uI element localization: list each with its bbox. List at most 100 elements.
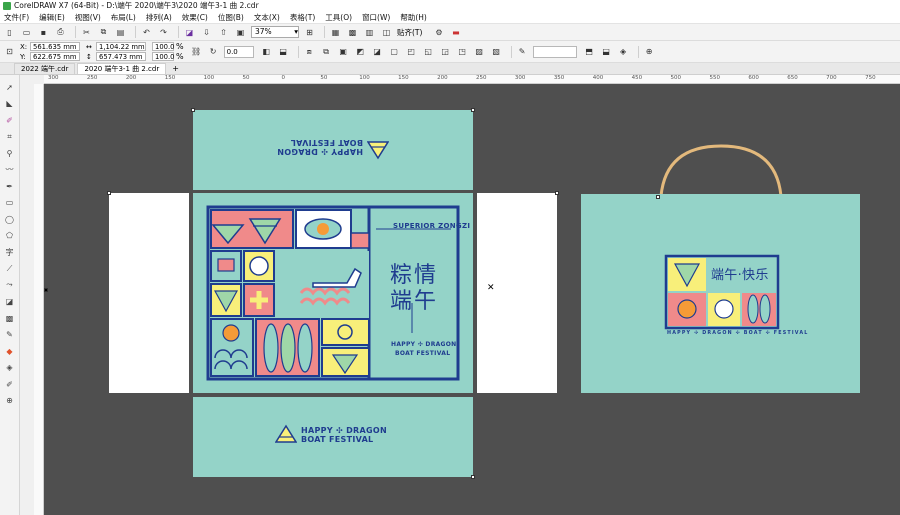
front-minus-back-icon[interactable]: ◳ <box>456 45 469 58</box>
scale-width-input[interactable]: 100.0 <box>152 42 174 51</box>
right-side-panel[interactable] <box>477 193 557 393</box>
convert-to-curves-icon[interactable]: ◈ <box>617 45 630 58</box>
menu-layout[interactable]: 布局(L) <box>111 12 136 23</box>
tab-2022-duanwu[interactable]: 2022 端午.cdr <box>14 63 76 74</box>
launcher-icon[interactable]: ▬ <box>449 26 462 39</box>
smart-fill-icon[interactable]: ◈ <box>4 362 16 374</box>
add-icon[interactable]: ⊕ <box>643 45 656 58</box>
smear-tool-icon[interactable]: ✐ <box>4 114 16 126</box>
menu-window[interactable]: 窗口(W) <box>362 12 390 23</box>
top-flap-panel[interactable]: HAPPY ✣ DRAGON BOAT FESTIVAL <box>193 110 473 190</box>
text-tool-icon[interactable]: 字 <box>4 246 16 258</box>
redo-icon[interactable]: ↷ <box>157 26 170 39</box>
print-icon[interactable]: ⎙ <box>54 26 67 39</box>
intersect-icon[interactable]: ◱ <box>422 45 435 58</box>
transparency-tool-icon[interactable]: ▩ <box>4 312 16 324</box>
outline-width-select[interactable] <box>532 45 577 58</box>
ungroup-icon[interactable]: ⧉ <box>320 45 333 58</box>
zoom-level-select[interactable]: 37% ▾ <box>251 26 299 38</box>
snap-to-menu[interactable]: 贴齐(T) <box>397 27 422 38</box>
lock-ratio-icon[interactable]: ⛓ <box>190 45 203 58</box>
parallel-dimension-icon[interactable]: ⟋ <box>4 263 16 275</box>
save-icon[interactable]: ▪ <box>37 26 50 39</box>
pick-tool-icon[interactable]: ➚ <box>4 81 16 93</box>
front-panel[interactable]: SUPERIOR ZONGZI 粽情 端午 HAPPY ✣ DRAGON BOA… <box>193 193 473 393</box>
open-folder-icon[interactable]: ▭ <box>20 26 33 39</box>
rotation-angle-input[interactable]: 0.0 <box>223 45 254 58</box>
object-origin-icon[interactable]: ⊡ <box>3 45 16 58</box>
bottom-flap-panel[interactable]: HAPPY ✣ DRAGON BOAT FESTIVAL <box>193 397 473 477</box>
new-tab-plus-icon[interactable]: + <box>168 63 183 74</box>
break-apart-icon[interactable]: ◪ <box>371 45 384 58</box>
selection-handle[interactable] <box>656 195 660 199</box>
drawing-canvas[interactable]: HAPPY ✣ DRAGON BOAT FESTIVAL SUPERIOR ZO… <box>44 84 900 515</box>
menu-table[interactable]: 表格(T) <box>290 12 315 23</box>
width-input[interactable]: 1,104.22 mm <box>96 42 146 51</box>
cut-icon[interactable]: ✂ <box>80 26 93 39</box>
ellipse-tool-icon[interactable]: ◯ <box>4 213 16 225</box>
connector-tool-icon[interactable]: ⤳ <box>4 279 16 291</box>
to-back-icon[interactable]: ⬓ <box>600 45 613 58</box>
publish-pdf-icon[interactable]: ▣ <box>234 26 247 39</box>
eyedropper-icon[interactable]: ✎ <box>4 329 16 341</box>
rectangle-tool-icon[interactable]: ▭ <box>4 197 16 209</box>
scale-height-input[interactable]: 100.0 <box>152 52 174 61</box>
menu-help[interactable]: 帮助(H) <box>400 12 427 23</box>
shape-tool-icon[interactable]: ◣ <box>4 98 16 110</box>
polygon-tool-icon[interactable]: ⬠ <box>4 230 16 242</box>
selection-handle[interactable] <box>471 475 475 479</box>
y-position-input[interactable]: 622.675 mm <box>30 52 80 61</box>
full-screen-icon[interactable]: ⊞ <box>303 26 316 39</box>
selection-handle[interactable] <box>44 288 48 292</box>
corel-connect-icon[interactable]: ◪ <box>183 26 196 39</box>
trim-icon[interactable]: ◰ <box>405 45 418 58</box>
bag-front-panel[interactable]: 端午·快乐 HAPPY ✣ DRAGON ✣ BOAT ✣ FESTIVAL <box>581 194 860 393</box>
menu-tools[interactable]: 工具(O) <box>325 12 352 23</box>
drop-shadow-icon[interactable]: ◪ <box>4 296 16 308</box>
selection-handle[interactable] <box>191 108 195 112</box>
zoom-tool-icon[interactable]: ⚲ <box>4 147 16 159</box>
tab-2020-duanwu[interactable]: 2020 端午3-1 曲 2.cdr <box>77 63 167 74</box>
menu-bitmaps[interactable]: 位图(B) <box>218 12 244 23</box>
add-tool-icon[interactable]: ⊕ <box>4 395 16 407</box>
group-icon[interactable]: ⧈ <box>303 45 316 58</box>
undo-icon[interactable]: ↶ <box>140 26 153 39</box>
grid-icon[interactable]: ▩ <box>346 26 359 39</box>
weld-icon[interactable]: ▢ <box>388 45 401 58</box>
export-icon[interactable]: ⇧ <box>217 26 230 39</box>
guidelines-icon[interactable]: ▥ <box>363 26 376 39</box>
selection-handle[interactable] <box>471 108 475 112</box>
x-position-input[interactable]: 561.635 mm <box>30 42 80 51</box>
menu-arrange[interactable]: 排列(A) <box>146 12 172 23</box>
menu-file[interactable]: 文件(F) <box>4 12 29 23</box>
selection-handle[interactable] <box>555 191 559 195</box>
paste-icon[interactable]: ▤ <box>114 26 127 39</box>
back-minus-front-icon[interactable]: ▨ <box>473 45 486 58</box>
dynamic-guides-icon[interactable]: ◫ <box>380 26 393 39</box>
crop-tool-icon[interactable]: ⌗ <box>4 131 16 143</box>
options-gear-icon[interactable]: ⚙ <box>432 26 445 39</box>
interactive-fill-icon[interactable]: ◆ <box>4 345 16 357</box>
height-input[interactable]: 657.473 mm <box>96 52 146 61</box>
mirror-horizontal-icon[interactable]: ◧ <box>260 45 273 58</box>
artistic-media-icon[interactable]: ✒ <box>4 180 16 192</box>
combine-icon[interactable]: ◩ <box>354 45 367 58</box>
rotate-icon[interactable]: ↻ <box>207 45 220 58</box>
left-side-panel[interactable] <box>109 193 189 393</box>
import-icon[interactable]: ⇩ <box>200 26 213 39</box>
outline-pen-icon[interactable]: ✎ <box>516 45 529 58</box>
menu-effects[interactable]: 效果(C) <box>182 12 208 23</box>
menu-text[interactable]: 文本(X) <box>254 12 280 23</box>
simplify-icon[interactable]: ◲ <box>439 45 452 58</box>
outline-pen-tool-icon[interactable]: ✐ <box>4 378 16 390</box>
freehand-tool-icon[interactable]: 〰 <box>4 164 16 176</box>
menu-edit[interactable]: 编辑(E) <box>39 12 65 23</box>
to-front-icon[interactable]: ⬒ <box>583 45 596 58</box>
menu-view[interactable]: 视图(V) <box>75 12 101 23</box>
mirror-vertical-icon[interactable]: ⬓ <box>277 45 290 58</box>
boundary-icon[interactable]: ▧ <box>490 45 503 58</box>
new-document-icon[interactable]: ▯ <box>3 26 16 39</box>
rulers-icon[interactable]: ▦ <box>329 26 342 39</box>
ungroup-all-icon[interactable]: ▣ <box>337 45 350 58</box>
selection-handle[interactable] <box>107 191 111 195</box>
